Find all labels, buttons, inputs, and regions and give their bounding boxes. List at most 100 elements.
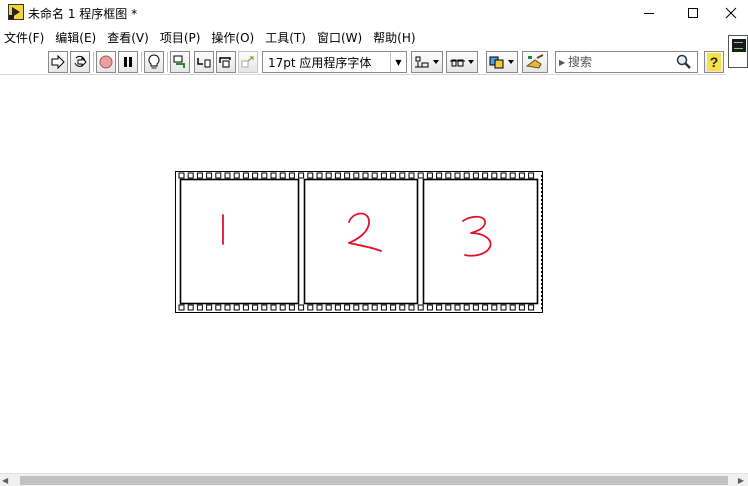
toolbar: 17pt 应用程序字体 ▼ ▶ ?	[0, 49, 726, 75]
menu-operate[interactable]: 操作(O)	[207, 28, 261, 48]
scroll-left-icon[interactable]: ◀	[2, 476, 8, 485]
run-continuously-button[interactable]	[70, 51, 90, 73]
toolbar-separator	[167, 52, 168, 72]
film-perforation	[316, 172, 323, 179]
film-perforation	[399, 172, 406, 179]
film-perforation	[436, 304, 443, 311]
film-perforation	[187, 172, 194, 179]
film-perforation	[518, 172, 525, 179]
minimize-button[interactable]	[626, 0, 672, 26]
film-perforation	[215, 304, 222, 311]
text-settings-dropdown[interactable]: 17pt 应用程序字体 ▼	[262, 51, 407, 73]
step-into-button[interactable]	[194, 51, 214, 73]
stop-icon	[99, 55, 113, 69]
film-perforation	[298, 304, 305, 311]
film-perforation	[307, 172, 314, 179]
film-perforation	[436, 172, 443, 179]
step-into-icon	[197, 58, 211, 68]
film-perforation	[500, 304, 507, 311]
film-perforation	[288, 304, 295, 311]
sequence-frame[interactable]	[422, 178, 539, 305]
distribute-objects-icon	[450, 59, 474, 67]
clean-up-broom-icon	[525, 54, 544, 69]
maximize-button[interactable]	[670, 0, 716, 26]
film-perforation	[178, 172, 185, 179]
scrollbar-thumb[interactable]	[20, 476, 728, 485]
menu-window[interactable]: 窗口(W)	[313, 28, 369, 48]
film-perforation	[417, 304, 424, 311]
film-perforation	[408, 172, 415, 179]
menu-help[interactable]: 帮助(H)	[369, 28, 422, 48]
menu-view[interactable]: 查看(V)	[103, 28, 156, 48]
film-perforation	[454, 172, 461, 179]
context-help-button[interactable]: ?	[704, 51, 724, 73]
run-continuously-icon	[74, 55, 87, 68]
search-input[interactable]	[568, 53, 673, 71]
flat-sequence-structure[interactable]	[175, 171, 543, 313]
film-perforation	[242, 304, 249, 311]
close-icon	[725, 7, 737, 19]
film-perforation	[233, 172, 240, 179]
film-perforation	[463, 172, 470, 179]
toolbar-separator	[93, 52, 94, 72]
film-perforation	[233, 304, 240, 311]
menu-tools[interactable]: 工具(T)	[261, 28, 313, 48]
film-perforation	[491, 172, 498, 179]
film-perforation	[362, 304, 369, 311]
run-arrow-icon	[51, 55, 65, 69]
close-button[interactable]	[714, 0, 748, 26]
menu-edit[interactable]: 编辑(E)	[51, 28, 103, 48]
film-perforation	[500, 172, 507, 179]
film-perforation	[334, 172, 341, 179]
film-perforation	[463, 304, 470, 311]
step-over-button[interactable]	[216, 51, 236, 73]
vi-connector-icon[interactable]	[728, 35, 748, 68]
search-expand-icon[interactable]: ▶	[559, 58, 565, 67]
step-out-button[interactable]	[238, 51, 258, 73]
film-perforation	[279, 304, 286, 311]
film-perforation	[509, 304, 516, 311]
abort-button[interactable]	[96, 51, 116, 73]
film-perforation	[334, 304, 341, 311]
horizontal-scrollbar[interactable]: ◀ ▶	[0, 473, 748, 486]
film-perforation	[445, 304, 452, 311]
maximize-icon	[688, 8, 698, 18]
sequence-frame[interactable]	[303, 178, 419, 305]
film-perforation	[371, 304, 378, 311]
pause-button[interactable]	[118, 51, 138, 73]
film-perforation	[279, 172, 286, 179]
search-icon[interactable]	[675, 54, 693, 70]
film-perforation	[390, 304, 397, 311]
align-objects-button[interactable]	[411, 51, 443, 73]
retain-wire-values-button[interactable]	[170, 51, 190, 73]
reorder-button[interactable]	[486, 51, 518, 73]
step-out-icon	[241, 56, 254, 68]
block-diagram-canvas[interactable]	[0, 76, 748, 473]
film-perforation	[270, 172, 277, 179]
film-perforation	[472, 304, 479, 311]
font-setting-value: 17pt 应用程序字体	[268, 55, 372, 70]
distribute-objects-button[interactable]	[446, 51, 478, 73]
clean-up-diagram-button[interactable]	[522, 51, 548, 73]
film-perforation	[482, 172, 489, 179]
film-perforation	[206, 172, 213, 179]
minimize-icon	[644, 13, 654, 14]
reorder-icon	[489, 56, 514, 69]
scroll-right-icon[interactable]: ▶	[738, 476, 744, 485]
menu-bar: 文件(F) 编辑(E) 查看(V) 项目(P) 操作(O) 工具(T) 窗口(W…	[0, 27, 726, 49]
film-perforation	[196, 304, 203, 311]
film-perforation	[417, 172, 424, 179]
toolbar-separator	[141, 52, 142, 72]
film-perforation	[362, 172, 369, 179]
labview-app-icon	[8, 4, 24, 20]
menu-project[interactable]: 项目(P)	[156, 28, 208, 48]
menu-file[interactable]: 文件(F)	[0, 28, 51, 48]
film-perforation	[482, 304, 489, 311]
sequence-frame[interactable]	[179, 178, 300, 305]
run-button[interactable]	[48, 51, 68, 73]
film-perforation	[270, 304, 277, 311]
highlight-execution-button[interactable]	[144, 51, 164, 73]
film-perforation	[325, 304, 332, 311]
film-perforation	[426, 172, 433, 179]
film-perforation	[187, 304, 194, 311]
